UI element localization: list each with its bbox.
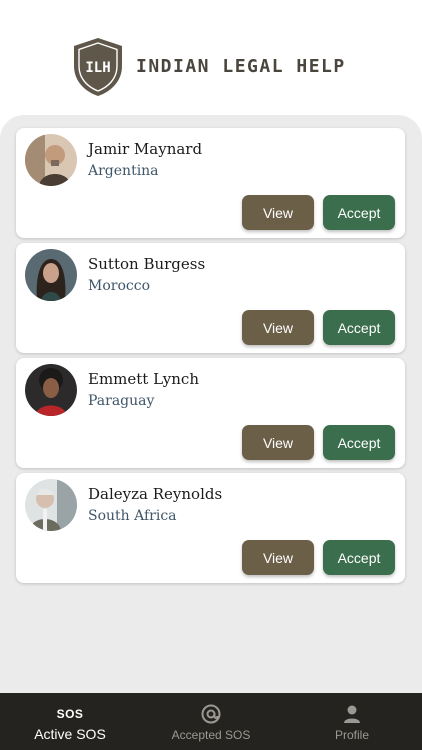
view-button[interactable]: View: [242, 425, 314, 460]
requester-country: Argentina: [88, 163, 159, 179]
avatar: [25, 134, 77, 186]
tab-label: Accepted SOS: [171, 728, 251, 742]
accept-button[interactable]: Accept: [323, 540, 395, 575]
at-sign-icon: [141, 703, 281, 725]
view-button[interactable]: View: [242, 195, 314, 230]
view-button[interactable]: View: [242, 540, 314, 575]
accept-button[interactable]: Accept: [323, 425, 395, 460]
shield-logo-icon: ILH: [74, 38, 122, 96]
request-list-panel: Jamir Maynard Argentina View Accept Sutt…: [0, 115, 422, 695]
sos-icon: SOS: [56, 707, 84, 721]
tab-label: Active SOS: [34, 726, 106, 742]
avatar: [25, 249, 77, 301]
requester-country: South Africa: [88, 508, 177, 524]
requester-name: Jamir Maynard: [88, 140, 203, 158]
request-card: Daleyza Reynolds South Africa View Accep…: [16, 473, 405, 583]
requester-country: Morocco: [88, 278, 150, 294]
accept-button[interactable]: Accept: [323, 310, 395, 345]
request-card: Emmett Lynch Paraguay View Accept: [16, 358, 405, 468]
view-button[interactable]: View: [242, 310, 314, 345]
tab-profile[interactable]: Profile: [282, 693, 422, 750]
app-header: ILH INDIAN LEGAL HELP: [0, 0, 422, 120]
tab-label: Profile: [334, 728, 369, 742]
request-card: Sutton Burgess Morocco View Accept: [16, 243, 405, 353]
accept-button[interactable]: Accept: [323, 195, 395, 230]
requester-name: Sutton Burgess: [88, 255, 206, 273]
requester-name: Emmett Lynch: [88, 370, 199, 388]
requester-name: Daleyza Reynolds: [88, 485, 223, 503]
person-icon: [282, 703, 422, 725]
logo-letters: ILH: [85, 60, 110, 76]
bottom-tab-bar: SOS Active SOS Accepted SOS Profile: [0, 693, 422, 750]
requester-country: Paraguay: [88, 393, 155, 409]
avatar: [25, 479, 77, 531]
brand-title: INDIAN LEGAL HELP: [136, 56, 346, 77]
request-card: Jamir Maynard Argentina View Accept: [16, 128, 405, 238]
tab-active-sos[interactable]: SOS Active SOS: [0, 693, 140, 750]
tab-accepted-sos[interactable]: Accepted SOS: [141, 693, 281, 750]
avatar: [25, 364, 77, 416]
